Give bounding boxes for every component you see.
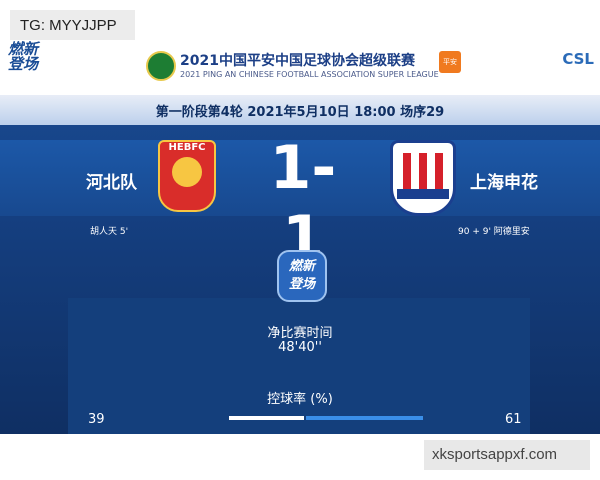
match-card: 燃新 登场 2021中国平安中国足球协会超级联赛 2021 PING AN CHI…: [0, 40, 600, 434]
dragon-icon: [172, 157, 202, 187]
away-scorer: 90 + 9' 阿德里安: [458, 227, 530, 237]
campaign-logo-center: 燃新 登场: [277, 250, 327, 302]
league-title-cn: 2021中国平安中国足球协会超级联赛: [180, 53, 415, 69]
watermark-bottom-right: xksportsappxf.com: [424, 440, 590, 470]
sponsor-icon: 平安: [439, 51, 461, 73]
ribbon-icon: [397, 189, 449, 199]
possession-label: 控球率 (%): [267, 392, 333, 407]
home-crest-icon: HEBFC: [158, 140, 216, 212]
league-title-en: 2021 PING AN CHINESE FOOTBALL ASSOCIATIO…: [180, 70, 439, 79]
away-crest-icon: [390, 140, 456, 216]
possession-bar-away: [306, 416, 423, 420]
stage-info: 第一阶段第4轮 2021年5月10日 18:00 场序29: [155, 105, 445, 120]
header-bar: 燃新 登场 2021中国平安中国足球协会超级联赛 2021 PING AN CHI…: [0, 40, 600, 95]
away-team-name: 上海申花: [470, 173, 538, 193]
home-scorer: 胡人天 5': [90, 227, 129, 237]
net-time-value: 48'40'': [278, 340, 322, 355]
home-crest-text: HEBFC: [168, 142, 206, 153]
stats-panel: [68, 298, 530, 434]
home-team-name: 河北队: [86, 173, 137, 193]
possession-home: 39: [88, 412, 105, 427]
watermark-top-left: TG: MYYJJPP: [10, 10, 135, 42]
possession-away: 61: [505, 412, 522, 427]
cfa-emblem-icon: [146, 51, 176, 81]
csl-logo: CSL: [562, 50, 594, 68]
net-time-label: 净比赛时间: [267, 326, 333, 341]
campaign-logo-left: 燃新 登场: [8, 40, 39, 73]
possession-bar-home: [229, 416, 304, 420]
stripes-icon: [403, 153, 443, 189]
stage-bar: 第一阶段第4轮 2021年5月10日 18:00 场序29: [0, 95, 600, 125]
